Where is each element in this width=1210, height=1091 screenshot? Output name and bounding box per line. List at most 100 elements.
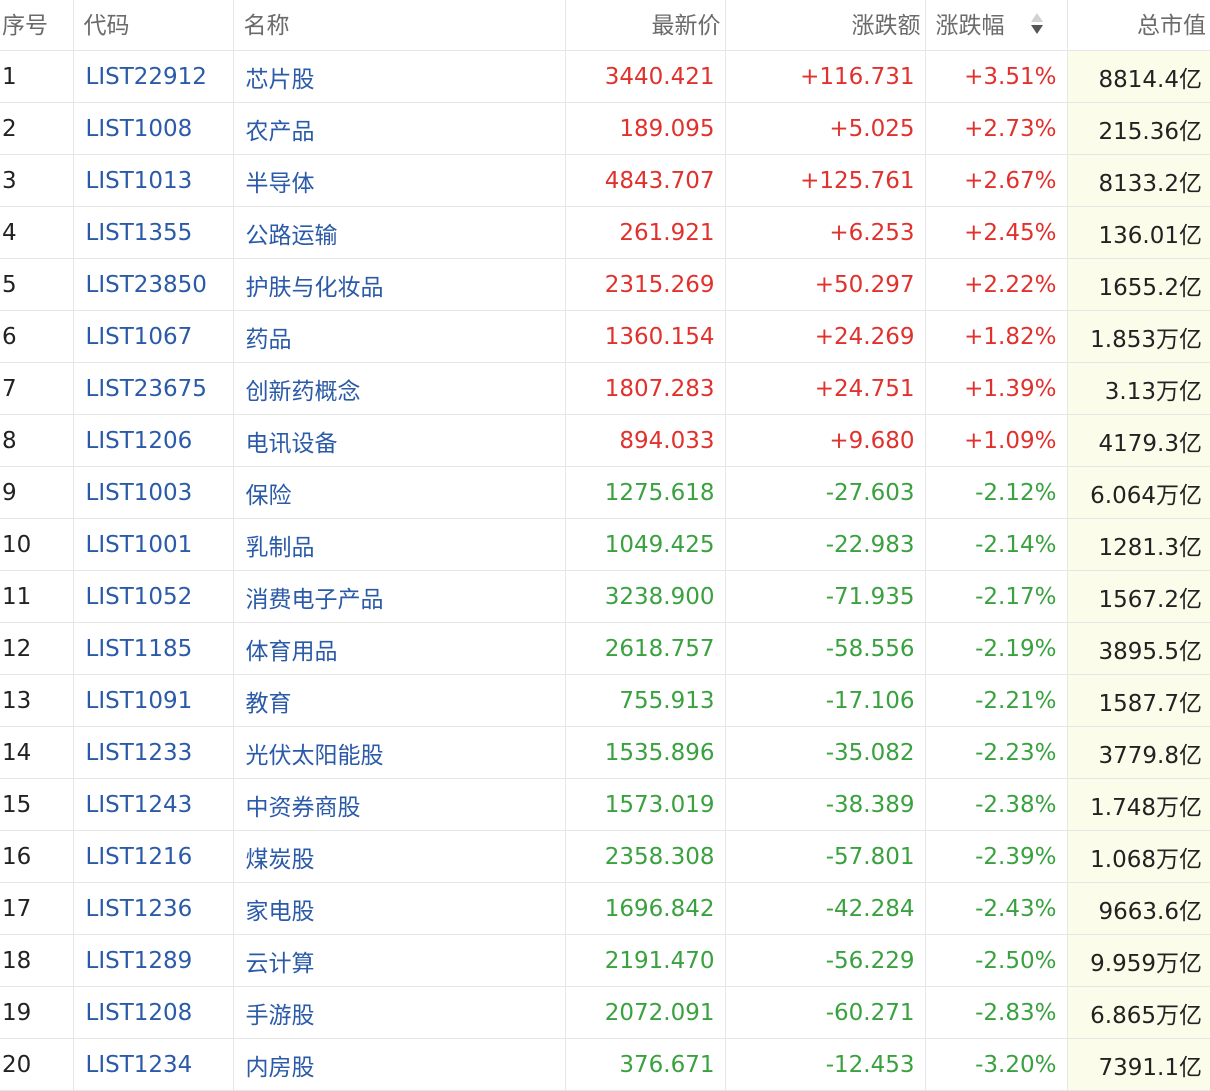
cell-code[interactable]: LIST1185: [73, 622, 234, 675]
cell-code[interactable]: LIST23850: [73, 258, 234, 311]
cell-change: -38.389: [725, 778, 926, 831]
header-index[interactable]: 序号: [0, 0, 74, 51]
cell-code[interactable]: LIST1208: [73, 986, 234, 1039]
cell-index: 13: [0, 674, 74, 727]
cell-market-cap: 136.01亿: [1067, 206, 1210, 259]
cell-index: 4: [0, 206, 74, 259]
cell-name[interactable]: 光伏太阳能股: [233, 726, 566, 779]
cell-price: 3440.421: [565, 50, 726, 103]
cell-code[interactable]: LIST1355: [73, 206, 234, 259]
cell-name[interactable]: 农产品: [233, 102, 566, 155]
cell-code[interactable]: LIST1067: [73, 310, 234, 363]
table-row[interactable]: 20 LIST1234 内房股 376.671 -12.453 -3.20% 7391.1亿: [0, 1038, 1210, 1091]
cell-code[interactable]: LIST1236: [73, 882, 234, 935]
cell-name[interactable]: 芯片股: [233, 50, 566, 103]
header-market-cap[interactable]: 总市值: [1067, 0, 1210, 51]
cell-name[interactable]: 半导体: [233, 154, 566, 207]
table-row[interactable]: 17 LIST1236 家电股 1696.842 -42.284 -2.43% 9663.6…: [0, 882, 1210, 935]
cell-change-pct: +2.73%: [925, 102, 1068, 155]
cell-code[interactable]: LIST23675: [73, 362, 234, 415]
cell-code[interactable]: LIST1052: [73, 570, 234, 623]
cell-change-pct: -3.20%: [925, 1038, 1068, 1091]
header-change-pct[interactable]: 涨跌幅: [925, 0, 1068, 51]
table-row[interactable]: 2 LIST1008 农产品 189.095 +5.025 +2.73% 215.36亿: [0, 102, 1210, 155]
cell-price: 2191.470: [565, 934, 726, 987]
cell-name[interactable]: 药品: [233, 310, 566, 363]
cell-price: 2618.757: [565, 622, 726, 675]
cell-code[interactable]: LIST1001: [73, 518, 234, 571]
cell-code[interactable]: LIST1003: [73, 466, 234, 519]
sort-desc-icon[interactable]: [1030, 12, 1043, 34]
cell-name[interactable]: 云计算: [233, 934, 566, 987]
cell-name[interactable]: 内房股: [233, 1038, 566, 1091]
cell-name[interactable]: 教育: [233, 674, 566, 727]
cell-index: 9: [0, 466, 74, 519]
table-row[interactable]: 7 LIST23675 创新药概念 1807.283 +24.751 +1.39% 3.13…: [0, 362, 1210, 415]
cell-change-pct: -2.14%: [925, 518, 1068, 571]
cell-code[interactable]: LIST1289: [73, 934, 234, 987]
cell-name[interactable]: 手游股: [233, 986, 566, 1039]
cell-name[interactable]: 家电股: [233, 882, 566, 935]
cell-change: -22.983: [725, 518, 926, 571]
table-row[interactable]: 16 LIST1216 煤炭股 2358.308 -57.801 -2.39% 1.068万…: [0, 830, 1210, 883]
header-code[interactable]: 代码: [73, 0, 234, 51]
table-row[interactable]: 10 LIST1001 乳制品 1049.425 -22.983 -2.14% 1281.3…: [0, 518, 1210, 571]
table-row[interactable]: 9 LIST1003 保险 1275.618 -27.603 -2.12% 6.064万亿: [0, 466, 1210, 519]
cell-change-pct: -2.12%: [925, 466, 1068, 519]
cell-name[interactable]: 创新药概念: [233, 362, 566, 415]
table-body: 1 LIST22912 芯片股 3440.421 +116.731 +3.51% 8814.…: [0, 50, 1210, 1091]
cell-change: -12.453: [725, 1038, 926, 1091]
table-row[interactable]: 1 LIST22912 芯片股 3440.421 +116.731 +3.51% 8814.…: [0, 50, 1210, 103]
cell-name[interactable]: 电讯设备: [233, 414, 566, 467]
cell-code[interactable]: LIST1216: [73, 830, 234, 883]
table-row[interactable]: 15 LIST1243 中资券商股 1573.019 -38.389 -2.38% 1.74…: [0, 778, 1210, 831]
cell-index: 5: [0, 258, 74, 311]
cell-name[interactable]: 公路运输: [233, 206, 566, 259]
table-row[interactable]: 14 LIST1233 光伏太阳能股 1535.896 -35.082 -2.23% 377…: [0, 726, 1210, 779]
cell-name[interactable]: 消费电子产品: [233, 570, 566, 623]
sort-down-arrow-icon: [1030, 24, 1043, 34]
header-change[interactable]: 涨跌额: [725, 0, 926, 51]
table-row[interactable]: 3 LIST1013 半导体 4843.707 +125.761 +2.67% 8133.2…: [0, 154, 1210, 207]
header-price[interactable]: 最新价: [565, 0, 726, 51]
cell-code[interactable]: LIST1206: [73, 414, 234, 467]
cell-name[interactable]: 煤炭股: [233, 830, 566, 883]
cell-market-cap: 9.959万亿: [1067, 934, 1210, 987]
cell-code[interactable]: LIST22912: [73, 50, 234, 103]
cell-name[interactable]: 乳制品: [233, 518, 566, 571]
table-row[interactable]: 8 LIST1206 电讯设备 894.033 +9.680 +1.09% 4179.3亿: [0, 414, 1210, 467]
table-row[interactable]: 12 LIST1185 体育用品 2618.757 -58.556 -2.19% 3895.…: [0, 622, 1210, 675]
cell-market-cap: 1655.2亿: [1067, 258, 1210, 311]
cell-market-cap: 8814.4亿: [1067, 50, 1210, 103]
cell-name[interactable]: 保险: [233, 466, 566, 519]
table-row[interactable]: 13 LIST1091 教育 755.913 -17.106 -2.21% 1587.7亿: [0, 674, 1210, 727]
table-row[interactable]: 6 LIST1067 药品 1360.154 +24.269 +1.82% 1.853万亿: [0, 310, 1210, 363]
table-row[interactable]: 11 LIST1052 消费电子产品 3238.900 -71.935 -2.17% 156…: [0, 570, 1210, 623]
cell-change: +5.025: [725, 102, 926, 155]
cell-index: 11: [0, 570, 74, 623]
cell-name[interactable]: 护肤与化妆品: [233, 258, 566, 311]
cell-price: 1275.618: [565, 466, 726, 519]
cell-market-cap: 7391.1亿: [1067, 1038, 1210, 1091]
table-row[interactable]: 5 LIST23850 护肤与化妆品 2315.269 +50.297 +2.22% 165…: [0, 258, 1210, 311]
table-row[interactable]: 4 LIST1355 公路运输 261.921 +6.253 +2.45% 136.01亿: [0, 206, 1210, 259]
cell-change-pct: -2.19%: [925, 622, 1068, 675]
cell-code[interactable]: LIST1091: [73, 674, 234, 727]
cell-change-pct: +1.82%: [925, 310, 1068, 363]
cell-change: -17.106: [725, 674, 926, 727]
table-row[interactable]: 18 LIST1289 云计算 2191.470 -56.229 -2.50% 9.959万…: [0, 934, 1210, 987]
cell-index: 10: [0, 518, 74, 571]
cell-code[interactable]: LIST1008: [73, 102, 234, 155]
cell-index: 17: [0, 882, 74, 935]
cell-code[interactable]: LIST1013: [73, 154, 234, 207]
cell-price: 2358.308: [565, 830, 726, 883]
cell-code[interactable]: LIST1234: [73, 1038, 234, 1091]
cell-name[interactable]: 中资券商股: [233, 778, 566, 831]
cell-change-pct: -2.23%: [925, 726, 1068, 779]
cell-name[interactable]: 体育用品: [233, 622, 566, 675]
cell-change: -42.284: [725, 882, 926, 935]
cell-code[interactable]: LIST1243: [73, 778, 234, 831]
table-row[interactable]: 19 LIST1208 手游股 2072.091 -60.271 -2.83% 6.865万…: [0, 986, 1210, 1039]
cell-code[interactable]: LIST1233: [73, 726, 234, 779]
header-name[interactable]: 名称: [233, 0, 566, 51]
